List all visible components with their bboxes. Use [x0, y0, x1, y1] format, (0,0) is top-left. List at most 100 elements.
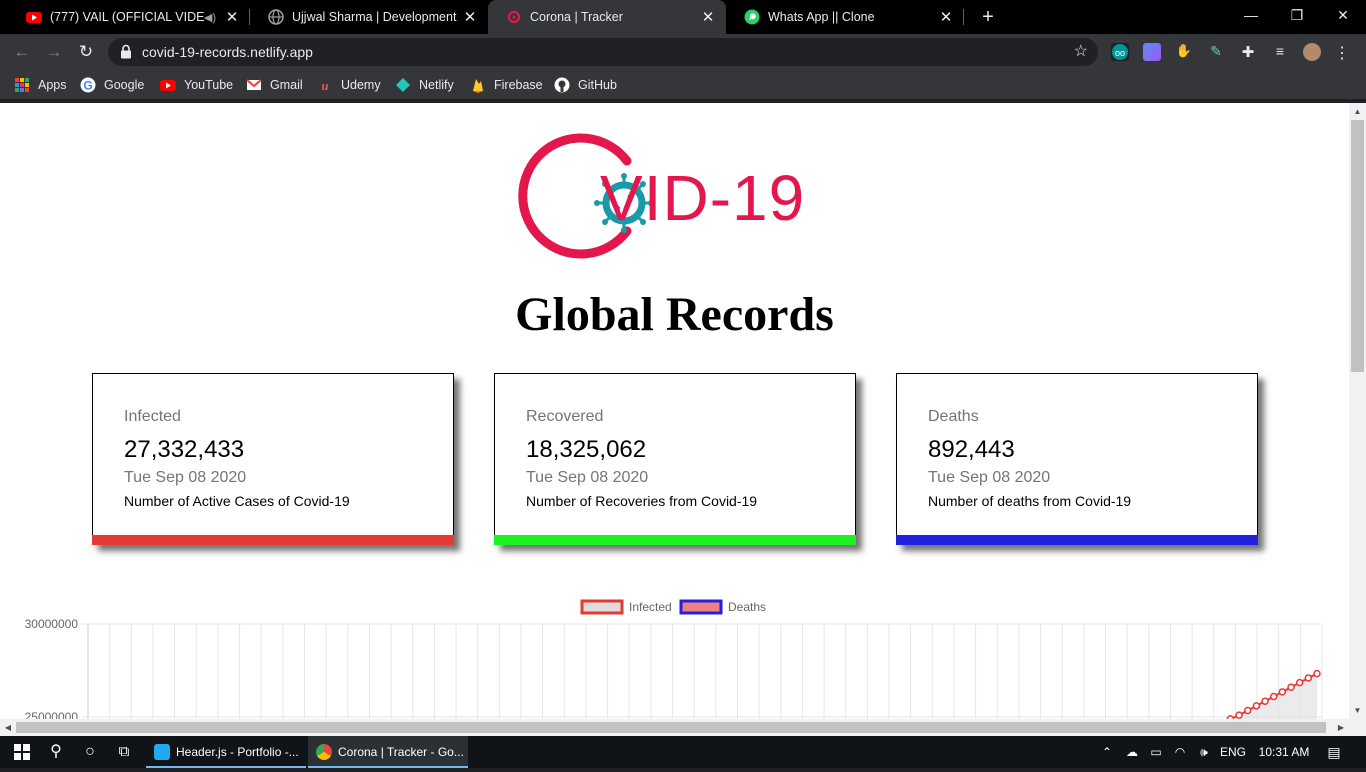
minimize-icon[interactable]: —: [1228, 0, 1274, 32]
clock[interactable]: 10:31 AM: [1254, 736, 1314, 768]
legend-label: Infected: [629, 600, 672, 614]
menu-kebab-icon[interactable]: ⋮: [1333, 43, 1351, 62]
bookmark-github[interactable]: GitHub: [554, 76, 617, 94]
tab-strip: (777) VAIL (OFFICIAL VIDEO) ◀) ✕ Ujjwal …: [0, 0, 1366, 34]
scroll-down-icon[interactable]: ▼: [1349, 702, 1366, 719]
bookmark-label: Google: [104, 78, 145, 92]
whatsapp-icon: [744, 9, 760, 25]
extension-icon[interactable]: ✋: [1175, 43, 1193, 61]
windows-taskbar: ⚲ ○ ⧉ Header.js - Portfolio -... Corona …: [0, 736, 1366, 768]
card-label: Deaths: [928, 408, 979, 425]
tab-youtube[interactable]: (777) VAIL (OFFICIAL VIDEO) ◀) ✕: [8, 0, 250, 34]
github-icon: [554, 77, 570, 93]
scrollbar-thumb[interactable]: [1351, 120, 1364, 372]
forward-icon[interactable]: →: [41, 39, 67, 65]
youtube-icon: [26, 9, 42, 25]
chrome-icon: [316, 744, 332, 760]
scroll-left-icon[interactable]: ◀: [0, 719, 16, 736]
card-value: 892,443: [928, 436, 1015, 463]
bookmark-star-icon[interactable]: ☆: [1074, 41, 1088, 61]
bookmark-youtube[interactable]: YouTube: [160, 76, 233, 94]
grid-extension-icon[interactable]: [1143, 43, 1161, 61]
show-hidden-icons-icon[interactable]: ⌃: [1098, 736, 1116, 768]
tab-title: (777) VAIL (OFFICIAL VIDEO): [50, 10, 204, 24]
google-icon: G: [80, 77, 96, 93]
gmail-icon: [246, 77, 262, 93]
tab-corona-tracker[interactable]: Corona | Tracker ✕: [488, 0, 726, 34]
back-icon[interactable]: ←: [9, 39, 35, 65]
recovered-card: Recovered 18,325,062 Tue Sep 08 2020 Num…: [494, 373, 856, 545]
browser-toolbar: ← → ↻ covid-19-records.netlify.app ☆ oo …: [0, 34, 1366, 70]
legend-swatch: [580, 599, 624, 615]
infected-data-point: [1261, 697, 1269, 705]
scrollbar-thumb[interactable]: [16, 722, 1326, 733]
svg-text:u: u: [321, 78, 328, 93]
bookmark-google[interactable]: G Google: [80, 76, 144, 94]
horizontal-scrollbar[interactable]: ◀ ▶: [0, 719, 1366, 736]
close-tab-icon[interactable]: ✕: [460, 8, 480, 26]
vertical-scrollbar[interactable]: ▲ ▼: [1349, 103, 1366, 719]
infected-data-point: [1295, 678, 1304, 687]
bookmark-gmail[interactable]: Gmail: [246, 76, 303, 94]
scroll-right-icon[interactable]: ▶: [1333, 719, 1349, 736]
svg-text:oo: oo: [1115, 48, 1125, 58]
card-description: Number of Recoveries from Covid-19: [526, 493, 758, 509]
wifi-icon[interactable]: ◠: [1170, 736, 1190, 768]
pen-extension-icon[interactable]: ✎: [1207, 43, 1225, 61]
scroll-up-icon[interactable]: ▲: [1349, 103, 1366, 120]
tab-portfolio[interactable]: Ujjwal Sharma | Development ✕: [250, 0, 488, 34]
taskbar-app-label: Corona | Tracker - Go...: [338, 745, 464, 759]
new-tab-button[interactable]: +: [977, 5, 999, 29]
onedrive-cloud-icon[interactable]: ☁: [1122, 736, 1142, 768]
deaths-card: Deaths 892,443 Tue Sep 08 2020 Number of…: [896, 373, 1258, 545]
bookmark-label: Udemy: [341, 78, 381, 92]
puzzle-icon[interactable]: ✚: [1239, 43, 1257, 61]
media-queue-icon[interactable]: ≡: [1271, 43, 1289, 61]
volume-icon[interactable]: 🕪: [1194, 736, 1214, 768]
bookmarks-bar: Apps G Google YouTube Gmail u Udemy Netl…: [0, 70, 1366, 100]
bookmark-apps[interactable]: Apps: [14, 76, 67, 94]
windows-start-icon[interactable]: [6, 736, 38, 768]
bookmark-udemy[interactable]: u Udemy: [317, 76, 381, 94]
restore-icon[interactable]: ❐: [1274, 0, 1320, 32]
taskbar-app-chrome[interactable]: Corona | Tracker - Go...: [308, 736, 468, 768]
close-tab-icon[interactable]: ✕: [222, 8, 242, 26]
page-title: Global Records: [515, 288, 834, 341]
speaker-icon[interactable]: ◀): [204, 11, 216, 24]
arduino-extension-icon[interactable]: oo: [1111, 43, 1129, 61]
bookmark-label: GitHub: [578, 78, 617, 92]
reload-icon[interactable]: ↻: [73, 39, 99, 65]
bookmark-firebase[interactable]: Firebase: [470, 76, 543, 94]
bookmark-label: Firebase: [494, 78, 543, 92]
notifications-icon[interactable]: ▤: [1320, 736, 1348, 768]
address-bar[interactable]: covid-19-records.netlify.app ☆: [108, 38, 1098, 66]
taskbar-app-vscode[interactable]: Header.js - Portfolio -...: [146, 736, 306, 768]
apps-grid-icon: [14, 77, 30, 93]
taskbar-app-label: Header.js - Portfolio -...: [176, 745, 299, 759]
cortana-icon[interactable]: ○: [74, 736, 106, 768]
profile-avatar[interactable]: [1303, 43, 1321, 61]
page-viewport: VID-19 Global Records Infected 27,332,43…: [0, 103, 1349, 719]
card-accent-bar: [92, 535, 454, 545]
search-icon[interactable]: ⚲: [40, 736, 72, 768]
card-date: Tue Sep 08 2020: [928, 469, 1051, 486]
y-tick-label: 25000000: [25, 710, 79, 719]
y-tick-label: 30000000: [25, 617, 79, 631]
netlify-icon: [395, 77, 411, 93]
battery-icon[interactable]: ▭: [1146, 736, 1166, 768]
task-view-icon[interactable]: ⧉: [108, 736, 140, 768]
tab-whatsapp-clone[interactable]: Whats App || Clone ✕: [726, 0, 964, 34]
tab-title: Ujjwal Sharma | Development: [292, 10, 457, 24]
legend-label: Deaths: [728, 600, 766, 614]
language-indicator[interactable]: ENG: [1218, 736, 1248, 768]
close-tab-icon[interactable]: ✕: [698, 8, 718, 26]
card-date: Tue Sep 08 2020: [526, 469, 649, 486]
bookmark-netlify[interactable]: Netlify: [395, 76, 454, 94]
close-window-icon[interactable]: ✕: [1320, 0, 1366, 32]
tab-separator: [963, 9, 964, 25]
infected-data-point: [1269, 692, 1278, 701]
close-tab-icon[interactable]: ✕: [936, 8, 956, 26]
line-chart: Infected Deaths 30000000 25000000: [0, 593, 1349, 719]
tab-title: Corona | Tracker: [530, 10, 623, 24]
bookmark-label: Gmail: [270, 78, 303, 92]
